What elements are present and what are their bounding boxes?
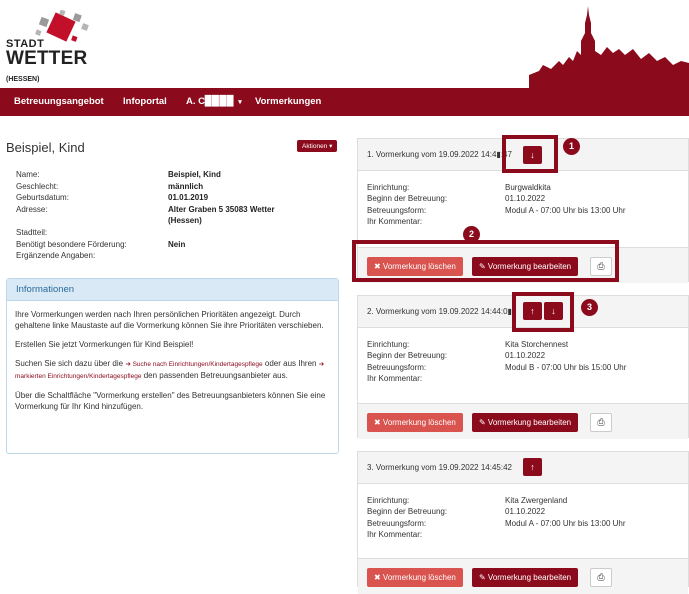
card-label: Ihr Kommentar: xyxy=(367,374,423,384)
print-icon[interactable]: ⎙ xyxy=(590,413,612,432)
town-skyline-illustration xyxy=(529,6,689,88)
info-label: Ergänzende Angaben: xyxy=(16,251,96,261)
search-facilities-link[interactable]: ➔ Suche nach Einrichtungen/Kindertagespf… xyxy=(125,361,262,368)
info-label: Geschlecht: xyxy=(16,181,59,191)
logo-line3: (HESSEN) xyxy=(6,76,40,83)
child-info-table: Name: Beispiel, Kind Geschlecht: männlich … xyxy=(16,170,336,263)
info-label: Adresse: xyxy=(16,204,48,214)
info-row-name: Name: Beispiel, Kind xyxy=(16,170,336,182)
highlight-box-2 xyxy=(352,240,619,282)
card-details: Einrichtung: Burgwaldkita Beginn der Betr… xyxy=(367,183,687,229)
card-label: Beginn der Betreuung: xyxy=(367,507,448,517)
info-row-address: Adresse: Alter Graben 5 35083 Wetter xyxy=(16,205,336,217)
edit-reservation-button[interactable]: ✎ Vormerkung bearbeiten xyxy=(472,568,579,587)
card-facility: Burgwaldkita xyxy=(505,183,551,192)
reservation-card-3[interactable]: 3. Vormerkung vom 19.09.2022 14:45:42 ↑ … xyxy=(357,451,689,594)
move-up-button[interactable]: ↑ xyxy=(523,458,542,476)
card-details: Einrichtung: Kita Storchennest Beginn der… xyxy=(367,340,687,386)
card-footer: ✖ Vormerkung löschen ✎ Vormerkung bearbe… xyxy=(358,403,688,439)
main-navbar: Betreuungsangebot Infoportal A. C▉▉▉▉ ▾ V… xyxy=(0,88,689,116)
info-paragraph: Erstellen Sie jetzt Vormerkungen für Kin… xyxy=(15,340,194,349)
page-title: Beispiel, Kind xyxy=(6,140,85,155)
logo-text: STADT WETTER (HESSEN) xyxy=(6,38,116,88)
card-footer: ✖ Vormerkung löschen ✎ Vormerkung bearbe… xyxy=(358,558,688,594)
info-label: Stadtteil: xyxy=(16,227,48,237)
delete-reservation-button[interactable]: ✖ Vormerkung löschen xyxy=(367,568,463,587)
card-label: Einrichtung: xyxy=(367,340,410,349)
info-text: Suchen Sie sich dazu über die xyxy=(15,359,124,368)
info-label: Name: xyxy=(16,170,40,179)
nav-item-infoportal[interactable]: Infoportal xyxy=(123,88,167,116)
nav-item-betreuungsangebot[interactable]: Betreuungsangebot xyxy=(14,88,104,116)
card-care-type: Modul A - 07:00 Uhr bis 13:00 Uhr xyxy=(505,205,626,215)
card-header: 3. Vormerkung vom 19.09.2022 14:45:42 ↑ xyxy=(358,452,688,484)
card-details: Einrichtung: Kita Zwergenland Beginn der … xyxy=(367,496,687,542)
info-value: männlich xyxy=(168,181,204,191)
info-panel-title: Informationen xyxy=(7,279,338,301)
callout-badge-2: 2 xyxy=(463,226,480,243)
card-title: 2. Vormerkung vom 19.09.2022 14:44:0▮ xyxy=(367,307,512,316)
card-title: 3. Vormerkung vom 19.09.2022 14:45:42 xyxy=(367,463,512,472)
print-icon[interactable]: ⎙ xyxy=(590,568,612,587)
card-label: Betreuungsform: xyxy=(367,205,427,215)
info-value: Alter Graben 5 35083 Wetter xyxy=(168,204,275,214)
card-label: Einrichtung: xyxy=(367,496,410,505)
info-value: 01.01.2019 xyxy=(168,193,209,203)
city-logo[interactable]: STADT WETTER (HESSEN) xyxy=(6,8,116,83)
info-label: Geburtsdatum: xyxy=(16,193,69,203)
highlight-box-1 xyxy=(502,135,558,173)
info-row-birthdate: Geburtsdatum: 01.01.2019 xyxy=(16,193,336,205)
info-row-district: Stadtteil: xyxy=(16,228,336,240)
card-care-type: Modul B - 07:00 Uhr bis 15:00 Uhr xyxy=(505,362,627,372)
chevron-down-icon: ▾ xyxy=(238,99,242,106)
card-care-type: Modul A - 07:00 Uhr bis 13:00 Uhr xyxy=(505,518,626,528)
info-paragraph-search: Suchen Sie sich dazu über die ➔ Suche na… xyxy=(15,358,330,382)
edit-reservation-button[interactable]: ✎ Vormerkung bearbeiten xyxy=(472,413,579,432)
card-title: 1. Vormerkung vom 19.09.2022 14:4▮:47 xyxy=(367,150,512,159)
info-row-special-needs: Benötigt besondere Förderung: Nein xyxy=(16,240,336,252)
info-row-address-cont: (Hessen) xyxy=(16,216,336,228)
actions-dropdown-button[interactable]: Aktionen ▾ xyxy=(297,140,338,152)
card-label: Beginn der Betreuung: xyxy=(367,194,448,204)
info-panel-body: Ihre Vormerkungen werden nach Ihren pers… xyxy=(7,301,338,428)
card-label: Betreuungsform: xyxy=(367,518,427,528)
callout-badge-1: 1 xyxy=(563,138,580,155)
info-label: Benötigt besondere Förderung: xyxy=(16,239,127,249)
delete-reservation-button[interactable]: ✖ Vormerkung löschen xyxy=(367,413,463,432)
card-label: Einrichtung: xyxy=(367,183,410,192)
logo-line2: WETTER xyxy=(6,48,88,69)
user-menu-label: A. C▉▉▉▉ xyxy=(186,96,235,107)
info-row-gender: Geschlecht: männlich xyxy=(16,182,336,194)
info-value: Nein xyxy=(168,239,186,249)
nav-item-vormerkungen[interactable]: Vormerkungen xyxy=(255,88,321,116)
card-label: Betreuungsform: xyxy=(367,362,427,372)
card-start-date: 01.10.2022 xyxy=(505,507,546,517)
card-label: Ihr Kommentar: xyxy=(367,217,423,227)
info-paragraph: Über die Schaltfläche "Vormerkung erstel… xyxy=(15,391,326,411)
card-label: Beginn der Betreuung: xyxy=(367,351,448,361)
info-row-additional: Ergänzende Angaben: xyxy=(16,251,336,263)
card-start-date: 01.10.2022 xyxy=(505,351,546,361)
highlight-box-3 xyxy=(512,292,574,332)
info-text: oder aus Ihren xyxy=(264,359,317,368)
card-facility: Kita Zwergenland xyxy=(505,496,568,505)
info-value: (Hessen) xyxy=(168,216,202,226)
card-label: Ihr Kommentar: xyxy=(367,530,423,540)
card-facility: Kita Storchennest xyxy=(505,340,569,349)
info-panel: Informationen Ihre Vormerkungen werden n… xyxy=(6,278,339,454)
nav-item-user-menu[interactable]: A. C▉▉▉▉ ▾ xyxy=(186,88,242,116)
info-value: Beispiel, Kind xyxy=(168,170,221,179)
info-paragraph: Ihre Vormerkungen werden nach Ihren pers… xyxy=(15,310,324,330)
site-header: STADT WETTER (HESSEN) xyxy=(0,0,689,88)
callout-badge-3: 3 xyxy=(581,299,598,316)
info-text: den passenden Betreuungsanbieter aus. xyxy=(143,371,288,380)
card-start-date: 01.10.2022 xyxy=(505,194,546,204)
